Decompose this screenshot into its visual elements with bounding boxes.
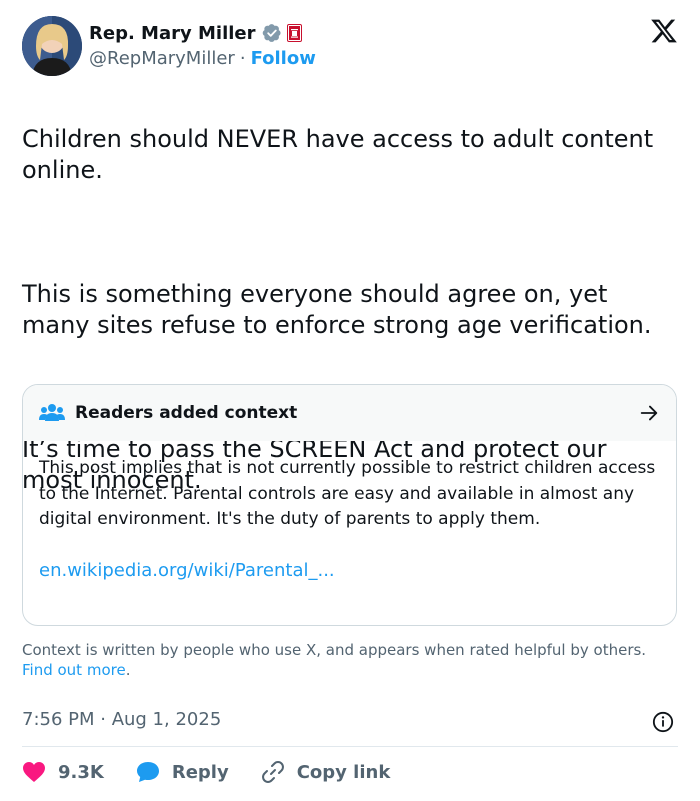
community-note-text: This post implies that is not currently … (39, 458, 656, 529)
avatar[interactable] (22, 16, 82, 76)
author-name[interactable]: Rep. Mary Miller (89, 23, 256, 44)
context-disclaimer: Context is written by people who use X, … (22, 640, 672, 680)
like-button[interactable]: 9.3K (22, 761, 104, 783)
action-bar: 9.3K Reply Copy link (22, 760, 422, 784)
congress-flag-icon (286, 24, 302, 42)
disclaimer-suffix: . (125, 661, 131, 679)
people-icon (39, 403, 65, 423)
find-out-more-link[interactable]: Find out more (22, 661, 126, 679)
community-note: Readers added context This post implies … (22, 384, 677, 626)
verified-badge-icon (262, 23, 282, 43)
reply-bubble-icon (136, 762, 159, 782)
info-icon[interactable] (652, 711, 674, 733)
x-logo-icon[interactable] (650, 17, 678, 45)
author-name-row: Rep. Mary Miller (89, 20, 302, 46)
reply-button[interactable]: Reply (136, 761, 229, 783)
community-note-header[interactable]: Readers added context (23, 385, 676, 441)
author-handle[interactable]: @RepMaryMiller (89, 48, 235, 69)
copy-link-button[interactable]: Copy link (261, 760, 391, 784)
community-note-title: Readers added context (75, 403, 298, 423)
link-icon (261, 761, 284, 783)
community-note-body: This post implies that is not currently … (23, 441, 676, 583)
handle-separator: · (239, 48, 246, 69)
reply-label: Reply (171, 761, 229, 783)
community-note-link[interactable]: en.wikipedia.org/wiki/Parental_... (39, 558, 660, 584)
heart-icon (23, 762, 45, 782)
copy-link-label: Copy link (296, 761, 391, 783)
tweet-paragraph: Children should NEVER have access to adu… (22, 125, 654, 184)
tweet-paragraph: This is something everyone should agree … (22, 280, 652, 339)
context-disclaimer-text: Context is written by people who use X, … (22, 641, 647, 659)
author-handle-row: @RepMaryMiller · Follow (89, 48, 316, 69)
divider (22, 746, 678, 747)
follow-button[interactable]: Follow (251, 48, 316, 69)
like-count: 9.3K (58, 761, 104, 783)
arrow-right-icon[interactable] (638, 402, 660, 424)
tweet-timestamp[interactable]: 7:56 PM · Aug 1, 2025 (22, 709, 221, 730)
